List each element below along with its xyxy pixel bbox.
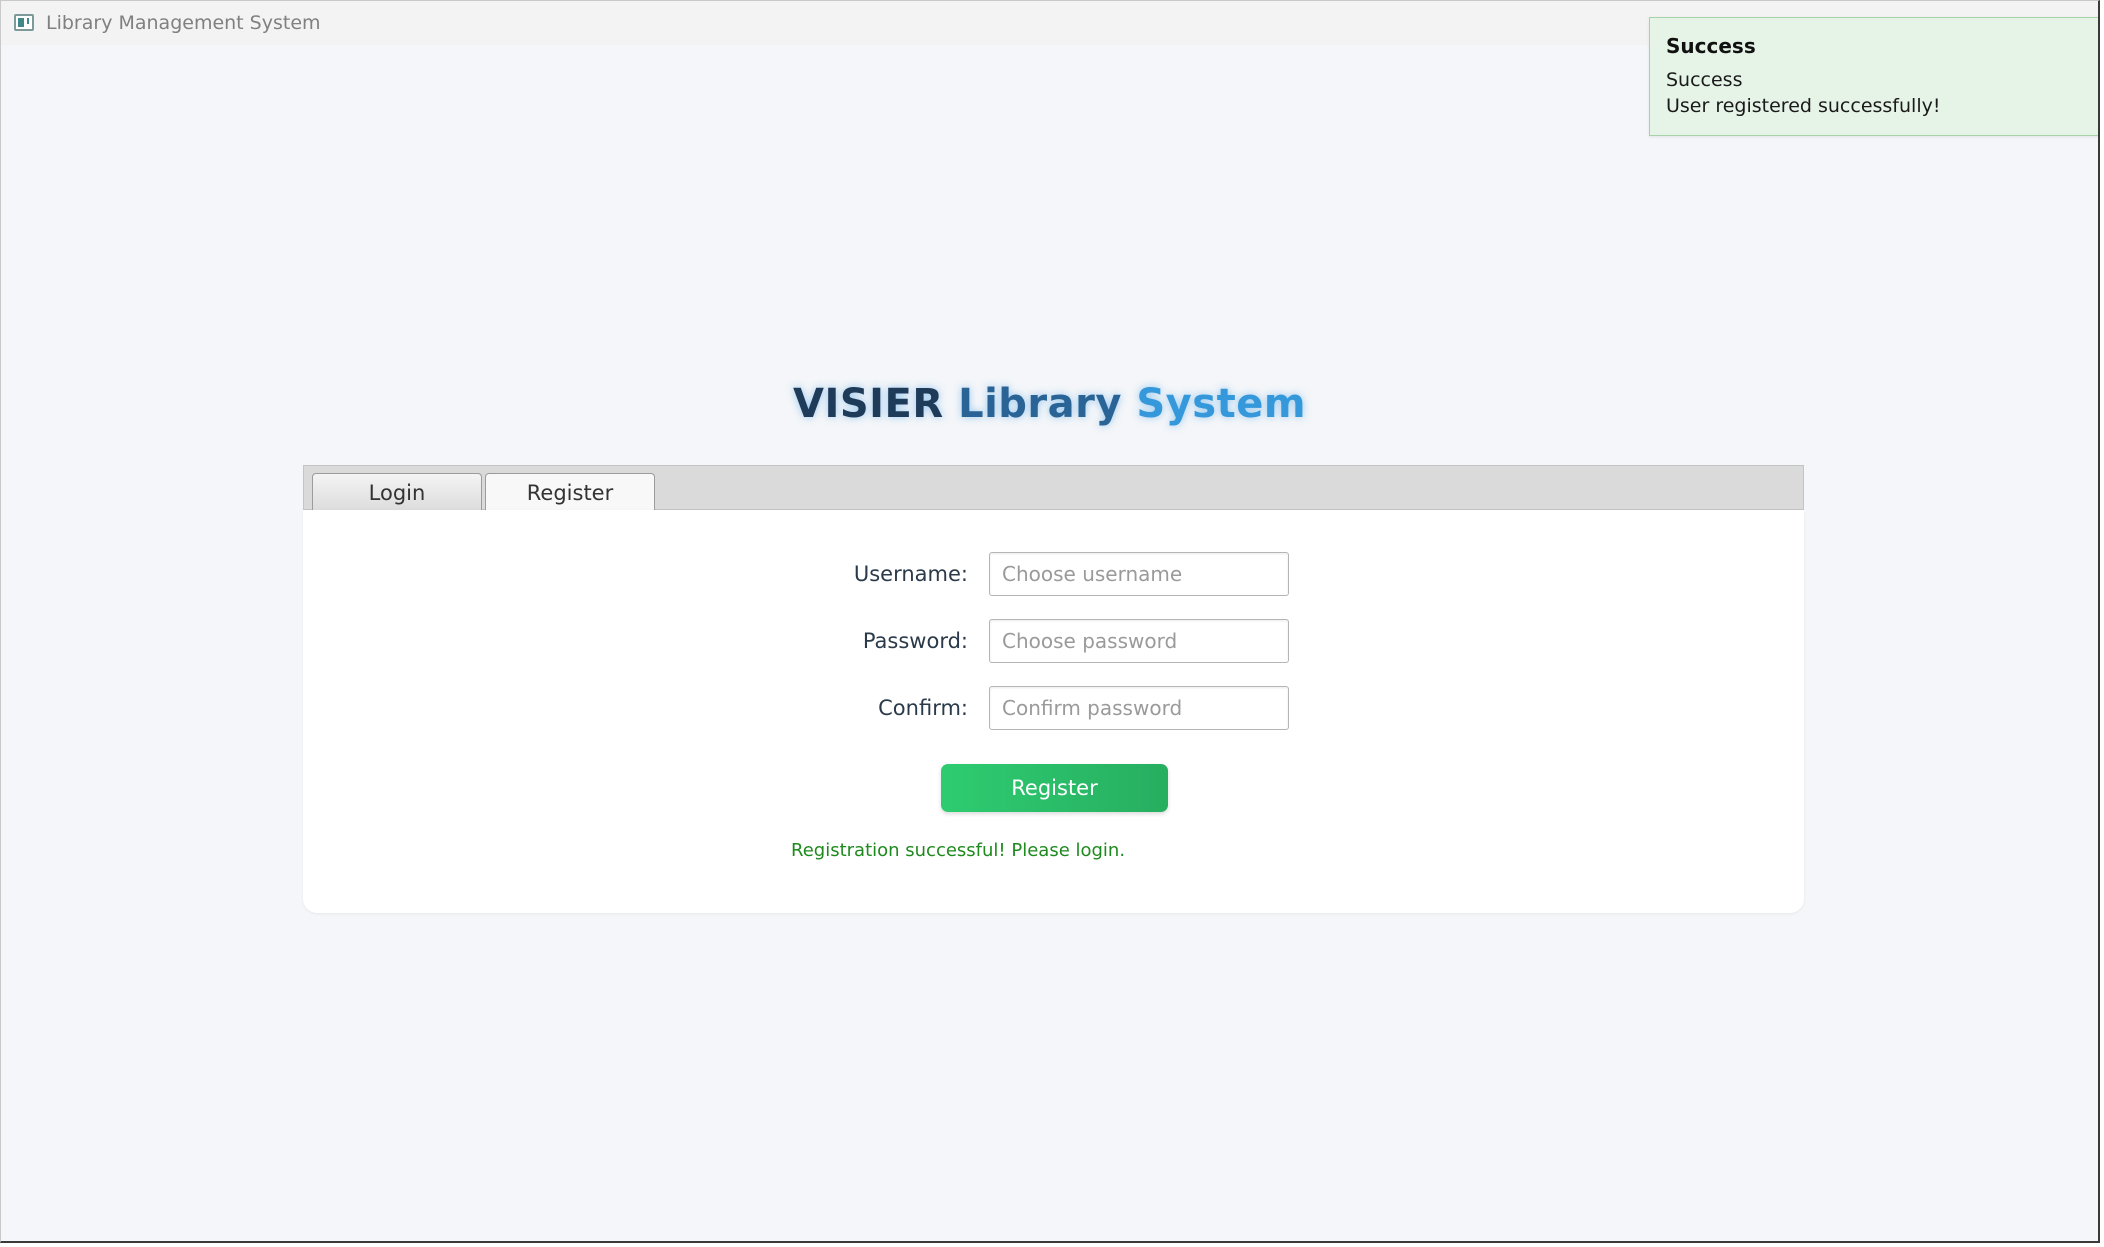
app-brand-title: VISIER Library System	[1, 381, 2098, 427]
password-input[interactable]	[989, 619, 1289, 663]
tab-header: Login Register	[303, 465, 1804, 512]
username-input[interactable]	[989, 552, 1289, 596]
success-notification[interactable]: Success Success User registered successf…	[1649, 17, 2098, 136]
register-button[interactable]: Register	[941, 764, 1168, 812]
window-title: Library Management System	[46, 12, 321, 34]
app-icon	[14, 14, 34, 31]
notification-header: Success	[1666, 69, 1743, 91]
confirm-password-input[interactable]	[989, 686, 1289, 730]
notification-title: Success	[1666, 34, 1756, 58]
confirm-label: Confirm:	[878, 696, 968, 720]
brand-word-system: System	[1136, 381, 1306, 427]
registration-status-message: Registration successful! Please login.	[791, 840, 1126, 861]
auth-tab-pane: Login Register Username: Password: Confi…	[303, 465, 1804, 913]
app-window: Library Management System VISIER Library…	[0, 0, 2100, 1243]
notification-message: User registered successfully!	[1666, 95, 1941, 117]
username-label: Username:	[853, 562, 968, 586]
register-form-panel: Username: Password: Confirm: Register Re…	[303, 510, 1804, 913]
password-label: Password:	[862, 629, 968, 653]
tab-login[interactable]: Login	[312, 473, 482, 511]
brand-word-visier: VISIER	[792, 381, 944, 427]
tab-register[interactable]: Register	[485, 473, 655, 512]
brand-word-library: Library	[958, 381, 1122, 427]
